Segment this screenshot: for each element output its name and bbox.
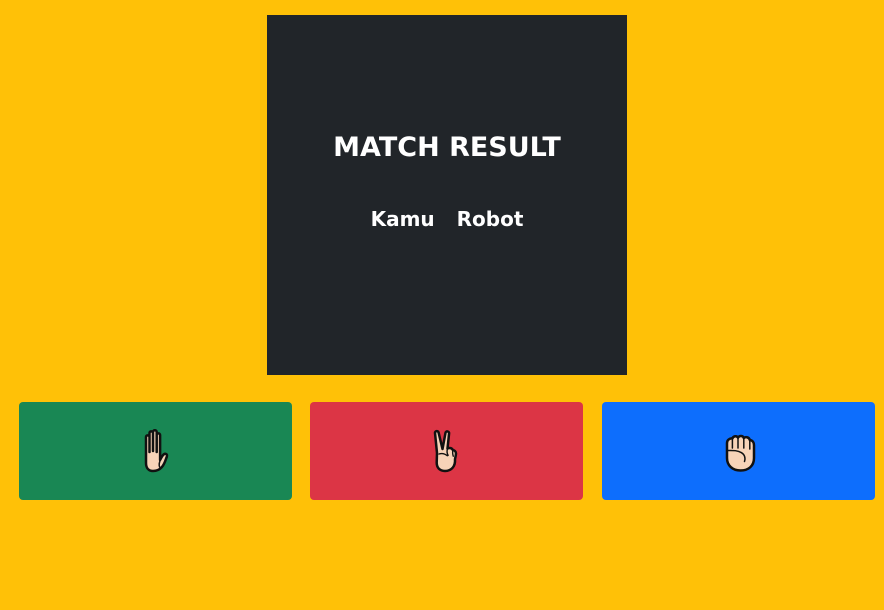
- rock-button[interactable]: [602, 402, 875, 500]
- paper-button[interactable]: [19, 402, 292, 500]
- victory-hand-icon: [427, 428, 467, 474]
- scissors-button[interactable]: [310, 402, 583, 500]
- match-result-title: MATCH RESULT: [333, 132, 561, 163]
- raised-hand-icon: [136, 428, 176, 474]
- fist-icon: [719, 428, 759, 474]
- choice-buttons: [19, 402, 875, 500]
- opponent-label: Robot: [456, 207, 524, 231]
- players-row: Kamu Robot: [267, 206, 627, 232]
- player-label: Kamu: [370, 207, 435, 231]
- match-result-panel: MATCH RESULT Kamu Robot: [267, 15, 627, 375]
